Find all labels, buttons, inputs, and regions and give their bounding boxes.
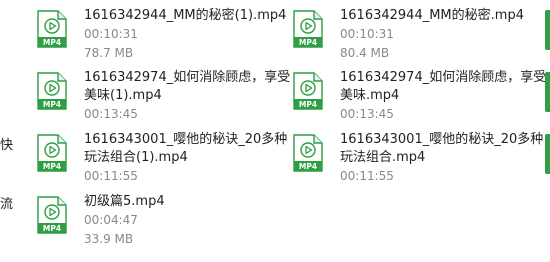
file-duration: 00:13:45 — [340, 107, 394, 121]
file-size: 33.9 MB — [84, 232, 134, 246]
file-details: 1616342974_如何消除顾虑，享受 美味(1).mp4 00:13:45 — [84, 69, 290, 124]
mp4-badge-label: MP4 — [299, 162, 317, 171]
file-duration: 00:10:31 — [84, 27, 138, 41]
file-name-line: 1616342944_MM的秘密.mp4 — [340, 8, 524, 23]
file-duration: 00:10:31 — [340, 27, 394, 41]
file-details: 1616343001_嘤他的秘诀_20多种 玩法组合(1).mp4 00:11:… — [84, 131, 287, 186]
file-details: 1616342944_MM的秘密(1).mp4 00:10:31 78.7 MB — [84, 7, 286, 63]
file-duration: 00:11:55 — [84, 169, 138, 183]
file-name-line: 初级篇5.mp4 — [84, 194, 165, 209]
file-name-line: 1616343001_嘤他的秘诀_20多种 — [84, 132, 288, 147]
file-details: 1616342944_MM的秘密.mp4 00:10:31 80.4 MB — [340, 7, 524, 63]
mp4-badge-label: MP4 — [43, 100, 61, 109]
mp4-badge-label: MP4 — [43, 38, 61, 47]
mp4-file-icon: MP4 — [37, 134, 67, 172]
file-explorer-view: 快 流 MP4 1616342944_MM的秘密(1).mp4 00:10:31… — [0, 0, 550, 262]
mp4-file-icon: MP4 — [293, 72, 323, 110]
mp4-file-icon: MP4 — [37, 72, 67, 110]
file-size: 78.7 MB — [84, 46, 134, 60]
mp4-badge-label: MP4 — [299, 38, 317, 47]
mp4-badge-label: MP4 — [299, 100, 317, 109]
file-name-line: 美味.mp4 — [340, 88, 400, 103]
file-name-line: 美味(1).mp4 — [84, 88, 162, 103]
left-pane-text-fragment: 快 — [0, 138, 14, 153]
file-details: 1616343001_嘤他的秘诀_20多种 玩法组合.mp4 00:11:55 — [340, 131, 543, 186]
file-duration: 00:13:45 — [84, 107, 138, 121]
file-name-line: 1616342944_MM的秘密(1).mp4 — [84, 8, 287, 23]
file-name-line: 1616342974_如何消除顾虑，享受 — [340, 70, 547, 85]
cropped-file-icon[interactable] — [545, 72, 550, 112]
file-duration: 00:04:47 — [84, 213, 138, 227]
file-details: 初级篇5.mp4 00:04:47 33.9 MB — [84, 193, 165, 249]
file-name-line: 玩法组合(1).mp4 — [84, 150, 188, 165]
mp4-file-icon: MP4 — [293, 10, 323, 48]
file-name-line: 1616343001_嘤他的秘诀_20多种 — [340, 132, 544, 147]
file-details: 1616342974_如何消除顾虑，享受 美味.mp4 00:13:45 — [340, 69, 546, 124]
mp4-file-icon: MP4 — [37, 196, 67, 234]
file-size: 80.4 MB — [340, 46, 390, 60]
mp4-badge-label: MP4 — [43, 162, 61, 171]
file-name-line: 玩法组合.mp4 — [340, 150, 426, 165]
file-name-line: 1616342974_如何消除顾虑，享受 — [84, 70, 291, 85]
mp4-file-icon: MP4 — [37, 10, 67, 48]
left-pane-text-fragment: 流 — [0, 197, 14, 212]
mp4-file-icon: MP4 — [293, 134, 323, 172]
cropped-file-icon[interactable] — [545, 134, 550, 174]
mp4-badge-label: MP4 — [43, 224, 61, 233]
cropped-file-icon[interactable] — [545, 10, 550, 50]
file-duration: 00:11:55 — [340, 169, 394, 183]
